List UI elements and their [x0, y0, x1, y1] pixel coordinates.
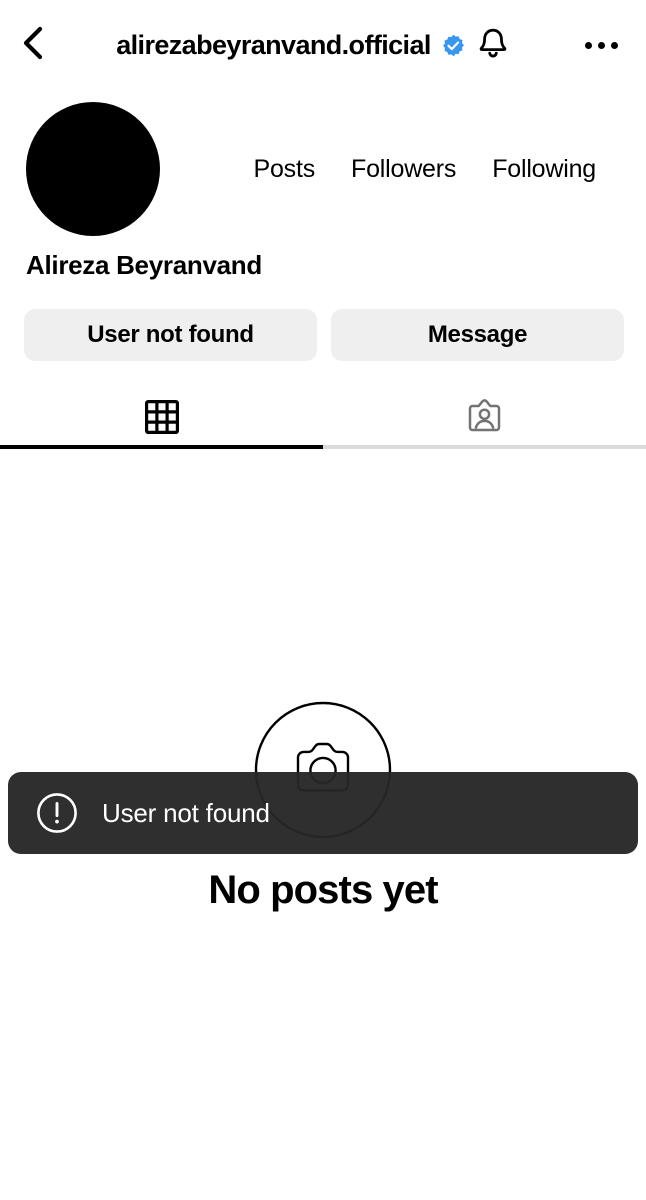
profile-stats: Posts Followers Following	[160, 155, 622, 184]
stat-followers[interactable]: Followers	[351, 155, 456, 184]
bell-icon	[476, 26, 510, 64]
tagged-person-icon	[466, 398, 504, 436]
profile-header: alirezabeyranvand.official	[0, 0, 646, 90]
instagram-profile-screen: alirezabeyranvand.official Posts Followe…	[0, 0, 646, 1200]
three-dots-icon	[597, 41, 605, 49]
tab-grid[interactable]	[0, 389, 323, 445]
avatar[interactable]	[26, 102, 160, 236]
profile-username: alirezabeyranvand.official	[116, 29, 431, 60]
stat-following-label: Following	[492, 154, 596, 183]
message-button[interactable]: Message	[331, 309, 624, 361]
stat-followers-label: Followers	[351, 154, 457, 183]
tab-underline	[0, 445, 646, 449]
chevron-left-icon	[18, 25, 48, 66]
profile-summary-row: Posts Followers Following	[0, 90, 646, 240]
profile-action-buttons: User not found Message	[0, 281, 646, 361]
verified-badge-icon	[442, 34, 465, 57]
exclamation-circle-icon	[36, 792, 78, 834]
profile-tabs	[0, 389, 646, 445]
tab-active-indicator	[0, 445, 323, 449]
tab-tagged[interactable]	[323, 389, 646, 445]
toast-notification: User not found	[8, 772, 638, 854]
three-dots-icon	[584, 41, 592, 49]
profile-display-name: Alireza Beyranvand	[26, 250, 262, 280]
empty-posts-title: No posts yet	[208, 868, 438, 912]
three-dots-icon	[610, 41, 618, 49]
grid-icon	[144, 400, 179, 434]
stat-following[interactable]: Following	[492, 155, 596, 184]
follow-button[interactable]: User not found	[24, 309, 317, 361]
stat-posts[interactable]: Posts	[253, 155, 315, 184]
notifications-bell-button[interactable]	[476, 26, 510, 64]
header-title-group: alirezabeyranvand.official	[54, 26, 572, 64]
more-options-button[interactable]	[578, 24, 624, 66]
stat-posts-label: Posts	[253, 154, 316, 183]
toast-message: User not found	[102, 797, 270, 828]
